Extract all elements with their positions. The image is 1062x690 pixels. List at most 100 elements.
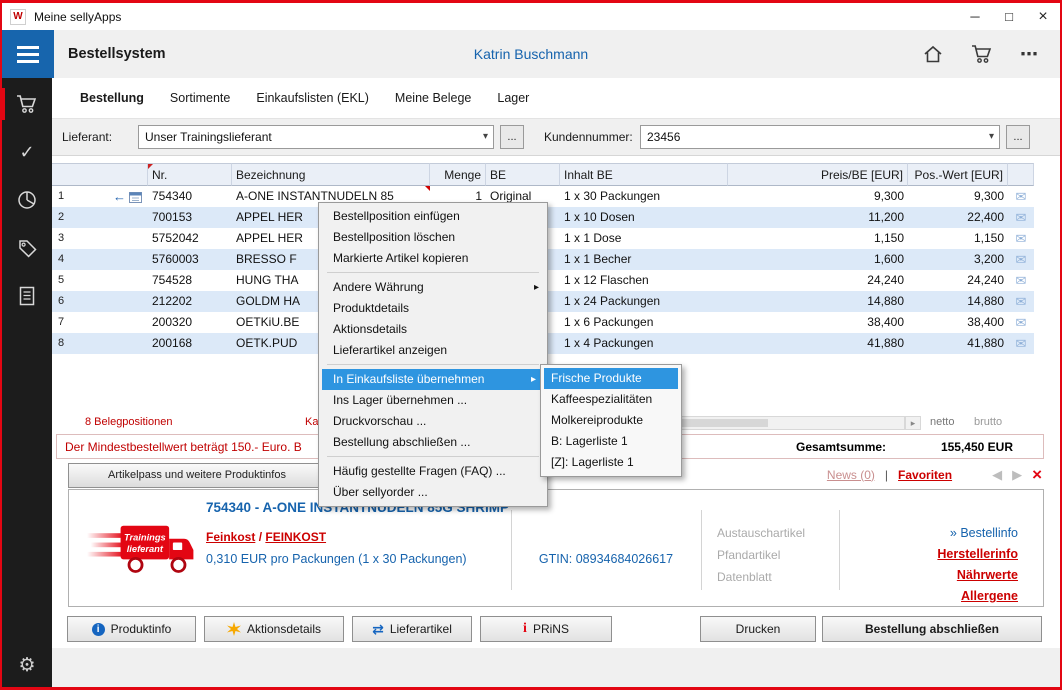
home-icon[interactable] — [922, 44, 944, 64]
cell-nr[interactable]: 5760003 — [148, 249, 232, 270]
sidebar-item-aktionen[interactable] — [2, 224, 52, 272]
cell-preis-be[interactable]: 1,600 — [728, 249, 908, 270]
menu-item-in-einkaufsliste-uebernehmen[interactable]: In Einkaufsliste übernehmen ▸ — [322, 369, 544, 390]
menu-item-aktionsdetails[interactable]: Aktionsdetails — [319, 319, 547, 340]
cell-pos-wert[interactable]: 1,150 — [908, 228, 1008, 249]
cell-pos-wert[interactable]: 22,400 — [908, 207, 1008, 228]
scroll-right-arrow[interactable]: ▸ — [905, 416, 921, 430]
envelope-icon[interactable]: ✉ — [1008, 270, 1034, 291]
envelope-icon[interactable]: ✉ — [1008, 291, 1034, 312]
envelope-icon[interactable]: ✉ — [1008, 312, 1034, 333]
hamburger-menu-button[interactable] — [2, 30, 54, 78]
undo-arrow-icon[interactable]: ← — [113, 190, 126, 203]
cell-pos-wert[interactable]: 3,200 — [908, 249, 1008, 270]
menu-item-lieferartikel-anzeigen[interactable]: Lieferartikel anzeigen — [319, 340, 547, 361]
menu-item-ueber-sellyorder[interactable]: Über sellyorder ... — [319, 482, 547, 503]
cell-preis-be[interactable]: 38,400 — [728, 312, 908, 333]
envelope-icon[interactable]: ✉ — [1008, 207, 1034, 228]
header-nr[interactable]: Nr. — [148, 163, 232, 186]
cell-preis-be[interactable]: 1,150 — [728, 228, 908, 249]
cell-nr[interactable]: 200320 — [148, 312, 232, 333]
submenu-item-lagerliste-z[interactable]: [Z]: Lagerliste 1 — [541, 452, 681, 473]
envelope-icon[interactable]: ✉ — [1008, 186, 1034, 207]
cell-nr[interactable]: 212202 — [148, 291, 232, 312]
favoriten-link[interactable]: Favoriten — [898, 468, 952, 482]
tab-meine-belege[interactable]: Meine Belege — [395, 91, 471, 105]
user-name[interactable]: Katrin Buschmann — [474, 30, 588, 78]
menu-item-bestellung-abschliessen[interactable]: Bestellung abschließen ... — [319, 432, 547, 453]
tab-sortimente[interactable]: Sortimente — [170, 91, 230, 105]
cell-nr[interactable]: 700153 — [148, 207, 232, 228]
close-button[interactable]: × — [1026, 3, 1060, 30]
menu-item-faq[interactable]: Häufig gestellte Fragen (FAQ) ... — [319, 461, 547, 482]
kundennummer-more-button[interactable]: ... — [1006, 125, 1030, 149]
cell-inhalt-be[interactable]: 1 x 1 Becher — [560, 249, 728, 270]
allergene-link[interactable]: Allergene — [961, 589, 1018, 603]
envelope-icon[interactable]: ✉ — [1008, 333, 1034, 354]
cell-preis-be[interactable]: 24,240 — [728, 270, 908, 291]
header-pos-wert[interactable]: Pos.-Wert [EUR] — [908, 163, 1008, 186]
tab-bestellung[interactable]: Bestellung — [80, 91, 144, 105]
menu-item-ins-lager-uebernehmen[interactable]: Ins Lager übernehmen ... — [319, 390, 547, 411]
produktinfo-button[interactable]: i Produktinfo — [67, 616, 196, 642]
cell-preis-be[interactable]: 14,880 — [728, 291, 908, 312]
sidebar-item-statistik[interactable] — [2, 176, 52, 224]
tab-einkaufslisten[interactable]: Einkaufslisten (EKL) — [256, 91, 369, 105]
brutto-toggle[interactable]: brutto — [974, 416, 1002, 428]
calendar-icon[interactable] — [129, 191, 142, 203]
drucken-button[interactable]: Drucken — [700, 616, 816, 642]
prins-button[interactable]: i PRiNS — [480, 616, 612, 642]
menu-item-produktdetails[interactable]: Produktdetails — [319, 298, 547, 319]
bestellinfo-link[interactable]: » Bestellinfo — [950, 526, 1018, 540]
submenu-item-kaffeespezialitaeten[interactable]: Kaffeespezialitäten — [541, 389, 681, 410]
settings-gear-icon[interactable]: ⚙ — [2, 654, 52, 677]
cell-nr[interactable]: 5752042 — [148, 228, 232, 249]
cell-preis-be[interactable]: 9,300 — [728, 186, 908, 207]
bestellung-abschliessen-button[interactable]: Bestellung abschließen — [822, 616, 1042, 642]
main-category-link[interactable]: FEINKOST — [265, 530, 326, 544]
kundennummer-select[interactable]: 23456 ▾ — [640, 125, 1000, 149]
sidebar-item-freigaben[interactable]: ✓ — [2, 128, 52, 176]
category-link[interactable]: Feinkost — [206, 530, 255, 544]
news-link[interactable]: News (0) — [827, 468, 875, 482]
cell-pos-wert[interactable]: 41,880 — [908, 333, 1008, 354]
herstellerinfo-link[interactable]: Herstellerinfo — [937, 547, 1018, 561]
cell-inhalt-be[interactable]: 1 x 30 Packungen — [560, 186, 728, 207]
menu-item-druckvorschau[interactable]: Druckvorschau ... — [319, 411, 547, 432]
prev-arrow-icon[interactable]: ◀ — [992, 467, 1002, 483]
sidebar-item-bestellsystem[interactable] — [2, 80, 52, 128]
menu-item-bestellposition-loeschen[interactable]: Bestellposition löschen — [319, 227, 547, 248]
netto-toggle[interactable]: netto — [930, 416, 954, 428]
minimize-button[interactable]: ─ — [958, 3, 992, 30]
naehrwerte-link[interactable]: Nährwerte — [957, 568, 1018, 582]
cell-inhalt-be[interactable]: 1 x 12 Flaschen — [560, 270, 728, 291]
cell-inhalt-be[interactable]: 1 x 10 Dosen — [560, 207, 728, 228]
cell-nr[interactable]: 200168 — [148, 333, 232, 354]
more-options-icon[interactable]: ⋯ — [1020, 44, 1038, 65]
cell-inhalt-be[interactable]: 1 x 6 Packungen — [560, 312, 728, 333]
cell-nr[interactable]: 754340 — [148, 186, 232, 207]
menu-item-andere-waehrung[interactable]: Andere Währung ▸ — [319, 277, 547, 298]
cell-preis-be[interactable]: 41,880 — [728, 333, 908, 354]
cell-pos-wert[interactable]: 14,880 — [908, 291, 1008, 312]
cell-nr[interactable]: 754528 — [148, 270, 232, 291]
next-arrow-icon[interactable]: ▶ — [1012, 467, 1022, 483]
maximize-button[interactable]: □ — [992, 3, 1026, 30]
tab-lager[interactable]: Lager — [497, 91, 529, 105]
header-inhalt-be[interactable]: Inhalt BE — [560, 163, 728, 186]
submenu-item-frische-produkte[interactable]: Frische Produkte — [544, 368, 678, 389]
artikelpass-tab[interactable]: Artikelpass und weitere Produktinfos — [68, 463, 326, 488]
cell-preis-be[interactable]: 11,200 — [728, 207, 908, 228]
lieferant-select[interactable]: Unser Trainingslieferant ▾ — [138, 125, 494, 149]
envelope-icon[interactable]: ✉ — [1008, 249, 1034, 270]
cell-inhalt-be[interactable]: 1 x 1 Dose — [560, 228, 728, 249]
menu-item-bestellposition-einfuegen[interactable]: Bestellposition einfügen — [319, 206, 547, 227]
menu-item-artikel-kopieren[interactable]: Markierte Artikel kopieren — [319, 248, 547, 269]
cell-pos-wert[interactable]: 9,300 — [908, 186, 1008, 207]
cell-pos-wert[interactable]: 38,400 — [908, 312, 1008, 333]
aktionsdetails-button[interactable]: Aktionsdetails — [204, 616, 344, 642]
cell-pos-wert[interactable]: 24,240 — [908, 270, 1008, 291]
header-preis-be[interactable]: Preis/BE [EUR] — [728, 163, 908, 186]
cart-icon[interactable] — [970, 44, 994, 64]
submenu-item-molkereiprodukte[interactable]: Molkereiprodukte — [541, 410, 681, 431]
